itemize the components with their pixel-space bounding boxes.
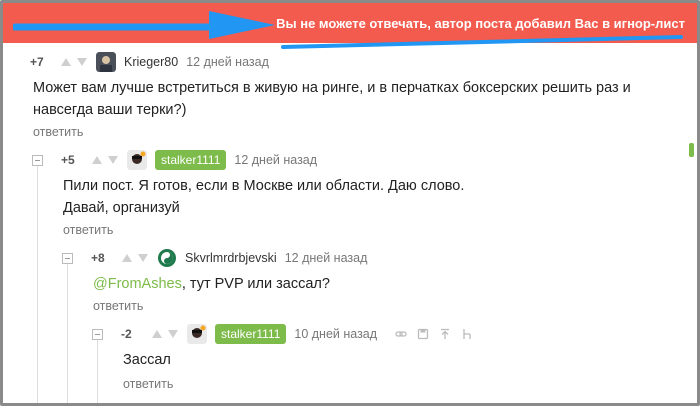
comment-author[interactable]: stalker1111 (215, 324, 287, 344)
scroll-to-parent-icon[interactable] (439, 328, 451, 340)
comment-time[interactable]: 12 дней назад (186, 55, 269, 69)
comment-body-line: Зассал (123, 352, 171, 368)
user-mention-link[interactable]: @FromAshes (93, 276, 182, 292)
comment-body-line: навсегда ваши терки?) (33, 102, 187, 118)
comment-tools (395, 328, 473, 340)
thread-line[interactable] (37, 165, 38, 403)
thread-line[interactable] (67, 257, 68, 403)
comment-time[interactable]: 10 дней назад (294, 327, 377, 341)
vote-controls (121, 253, 149, 263)
comment-author[interactable]: stalker1111 (155, 150, 227, 170)
comment-score: +5 (61, 153, 75, 167)
vote-down-icon[interactable] (137, 253, 149, 263)
reply-link[interactable]: ответить (93, 299, 143, 313)
comment-meta: +5 stalker1111 12 дней назад (61, 149, 317, 171)
comment-time[interactable]: 12 дней назад (234, 153, 317, 167)
collapse-toggle[interactable] (92, 329, 103, 340)
collapse-toggle[interactable] (62, 253, 73, 264)
comment-body-text: , тут PVP или зассал? (181, 276, 330, 292)
comment-time[interactable]: 12 дней назад (285, 251, 368, 265)
comment-author[interactable]: Krieger80 (124, 55, 178, 69)
vote-down-icon[interactable] (107, 155, 119, 165)
reply-link[interactable]: ответить (63, 223, 113, 237)
thread-line[interactable] (97, 339, 98, 403)
annotation-underline (281, 35, 683, 49)
comment-body-line: Давай, организуй (63, 200, 180, 216)
banner-text: Вы не можете отвечать, автор поста добав… (276, 16, 685, 31)
comment-score: +7 (30, 55, 44, 69)
vote-down-icon[interactable] (76, 57, 88, 67)
comment-body-line: Пили пост. Я готов, если в Москве или об… (63, 178, 465, 194)
comment-body-line: Может вам лучше встретиться в живую на р… (33, 80, 631, 96)
comment-meta: +8 Skvrlmrdrbjevski 12 дней назад (91, 247, 367, 269)
vote-down-icon[interactable] (167, 329, 179, 339)
scrollbar-thumb[interactable] (689, 143, 694, 157)
comment-author[interactable]: Skvrlmrdrbjevski (185, 251, 277, 265)
avatar[interactable] (157, 248, 177, 268)
vote-up-icon[interactable] (91, 155, 103, 165)
avatar[interactable] (127, 150, 147, 170)
thread-icon[interactable] (461, 328, 473, 340)
vote-controls (60, 57, 88, 67)
comment-body: @FromAshes, тут PVP или зассал? (93, 273, 653, 295)
comment-body: Может вам лучше встретиться в живую на р… (33, 77, 673, 121)
vote-controls (151, 329, 179, 339)
comment-score: -2 (121, 327, 132, 341)
reply-link[interactable]: ответить (123, 377, 173, 391)
link-icon[interactable] (395, 328, 407, 340)
reply-link[interactable]: ответить (33, 125, 83, 139)
vote-up-icon[interactable] (60, 57, 72, 67)
annotation-arrow (13, 11, 275, 39)
comment-meta: -2 stalker1111 10 дней назад (121, 323, 473, 345)
vote-up-icon[interactable] (151, 329, 163, 339)
vote-up-icon[interactable] (121, 253, 133, 263)
avatar[interactable] (96, 52, 116, 72)
comment-meta: +7 Krieger80 12 дней назад (30, 51, 269, 73)
comment-score: +8 (91, 251, 105, 265)
collapse-toggle[interactable] (32, 155, 43, 166)
comment-thread-window: Вы не можете отвечать, автор поста добав… (0, 0, 700, 406)
avatar[interactable] (187, 324, 207, 344)
save-icon[interactable] (417, 328, 429, 340)
vote-controls (91, 155, 119, 165)
comment-body: Пили пост. Я готов, если в Москве или об… (63, 175, 663, 219)
comment-body: Зассал (123, 349, 423, 371)
